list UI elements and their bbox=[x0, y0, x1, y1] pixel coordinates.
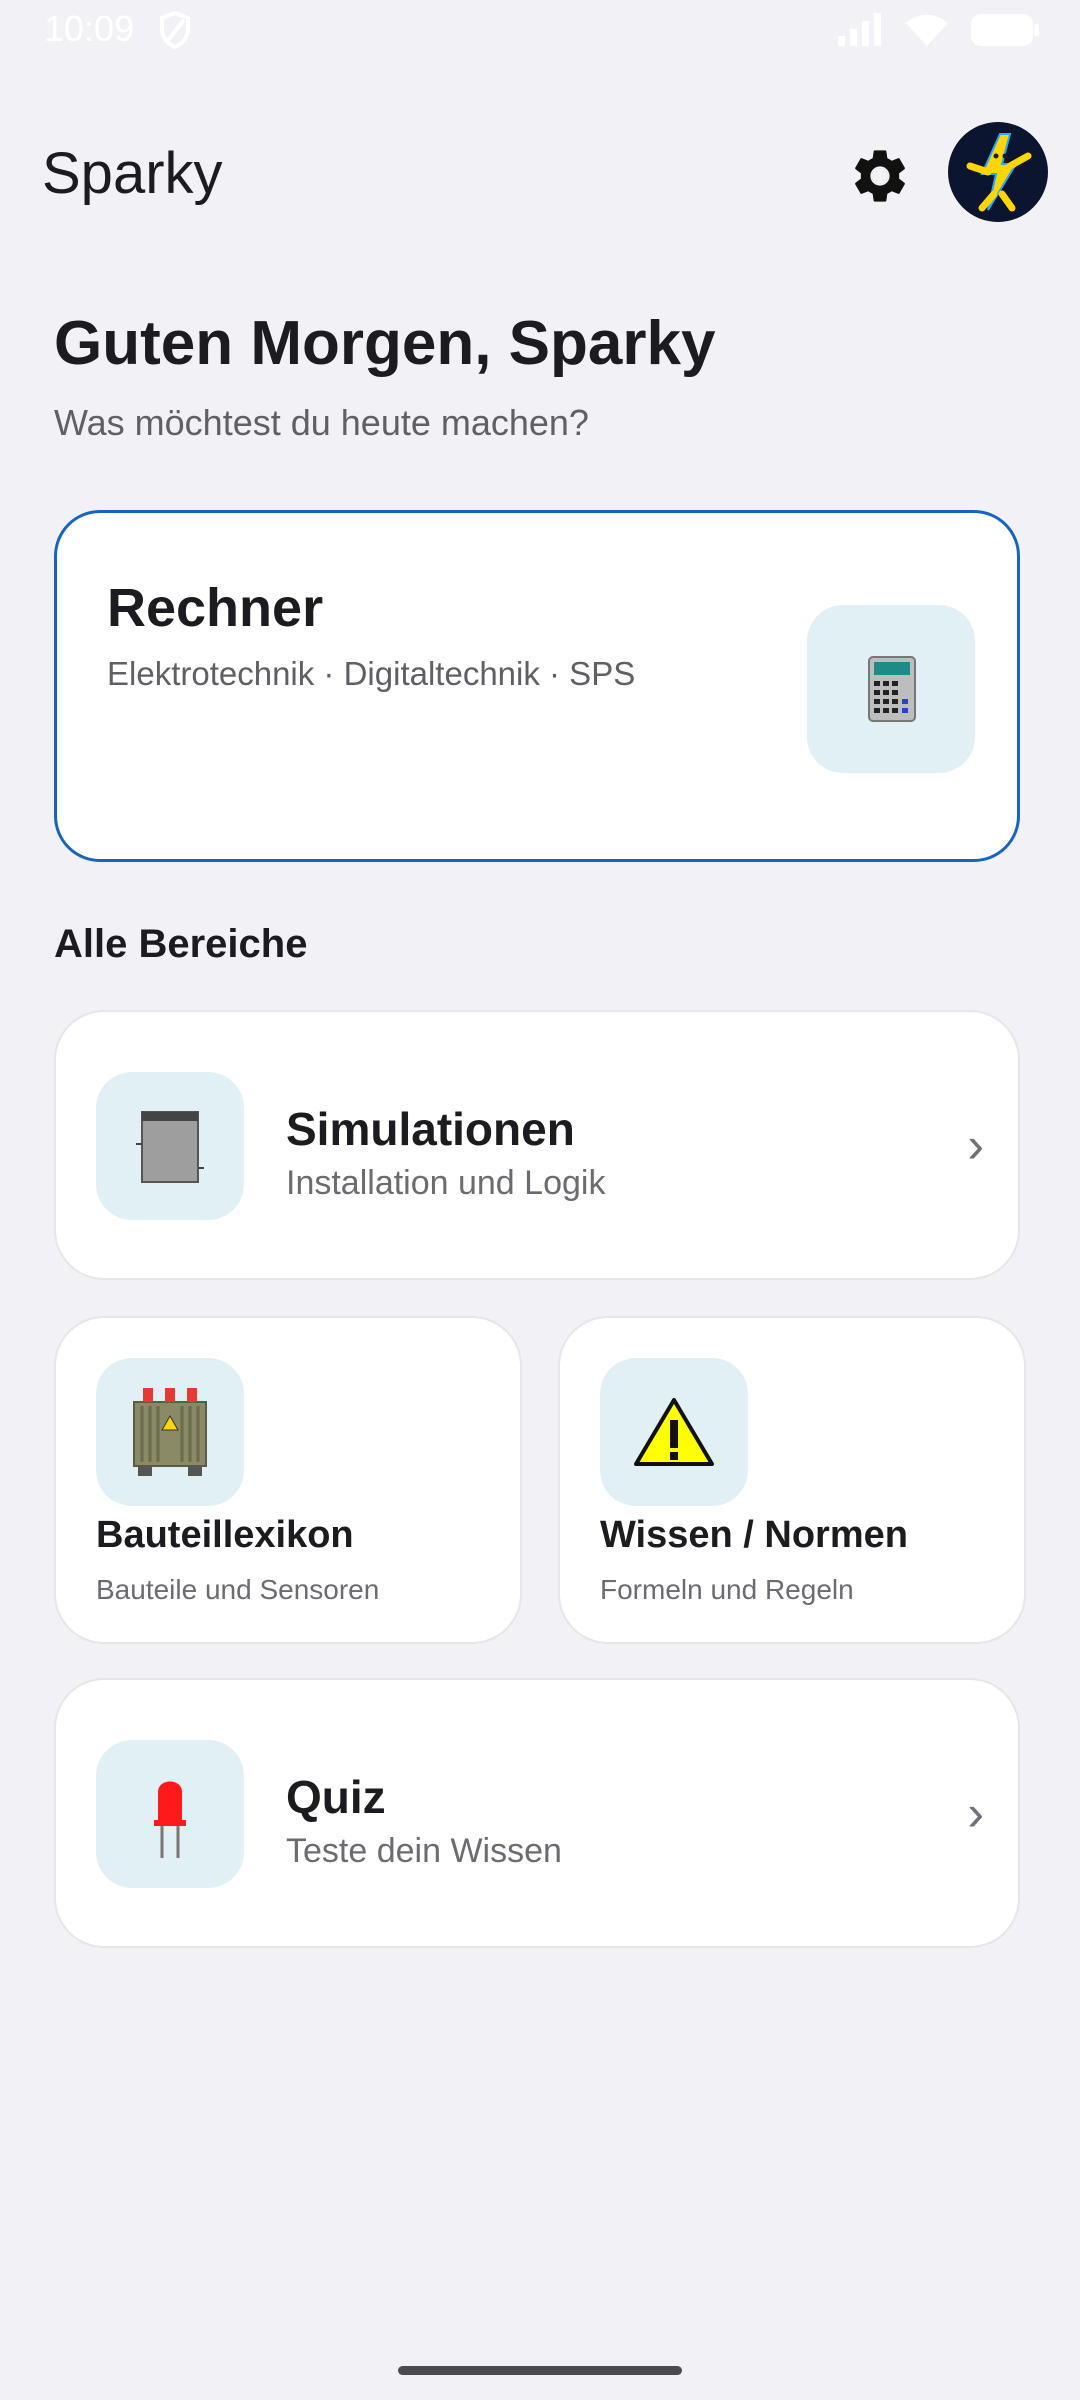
bauteillexikon-subtitle: Bauteile und Sensoren bbox=[96, 1574, 380, 1605]
home-indicator[interactable] bbox=[398, 2366, 682, 2375]
app-title: Sparky bbox=[42, 141, 223, 206]
bauteillexikon-icon-tile bbox=[96, 1358, 244, 1506]
wissen-normen-card[interactable]: Wissen / Normen Formeln und Regeln bbox=[558, 1316, 1026, 1644]
switch-cabinet-icon bbox=[136, 1111, 204, 1183]
led-icon bbox=[154, 1781, 186, 1858]
rechner-icon-tile bbox=[807, 605, 975, 773]
status-bar: 10:09 bbox=[0, 0, 1080, 62]
calculator-icon bbox=[868, 656, 916, 722]
rechner-subtitle: Elektrotechnik · Digitaltechnik · SPS bbox=[107, 655, 636, 692]
greeting-subtitle: Was möchtest du heute machen? bbox=[54, 402, 589, 443]
battery-icon bbox=[971, 14, 1039, 46]
greeting-title: Guten Morgen, Sparky bbox=[54, 309, 716, 378]
chevron-right-icon: › bbox=[967, 1117, 984, 1173]
status-time: 10:09 bbox=[44, 8, 135, 49]
rechner-title: Rechner bbox=[107, 578, 324, 638]
quiz-card[interactable]: Quiz Teste dein Wissen › bbox=[54, 1678, 1020, 1948]
bauteillexikon-card[interactable]: Bauteillexikon Bauteile und Sensoren bbox=[54, 1316, 522, 1644]
wissen-subtitle: Formeln und Regeln bbox=[600, 1574, 854, 1605]
simulationen-card[interactable]: Simulationen Installation und Logik › bbox=[54, 1010, 1020, 1280]
wissen-icon-tile bbox=[600, 1358, 748, 1506]
settings-gear-icon[interactable] bbox=[848, 144, 912, 208]
bauteillexikon-title: Bauteillexikon bbox=[96, 1514, 354, 1556]
simulationen-subtitle: Installation und Logik bbox=[286, 1164, 606, 1202]
section-title: Alle Bereiche bbox=[54, 922, 308, 966]
simulationen-icon-tile bbox=[96, 1072, 244, 1220]
shield-icon bbox=[160, 10, 190, 50]
wifi-icon bbox=[906, 14, 948, 46]
quiz-icon-tile bbox=[96, 1740, 244, 1888]
chevron-right-icon: › bbox=[967, 1785, 984, 1841]
simulationen-title: Simulationen bbox=[286, 1103, 575, 1155]
avatar[interactable] bbox=[948, 122, 1048, 222]
signal-icon bbox=[838, 13, 881, 46]
lightning-mascot-icon bbox=[950, 124, 1046, 220]
transformer-icon bbox=[133, 1388, 207, 1476]
wissen-title: Wissen / Normen bbox=[600, 1514, 908, 1556]
rechner-card[interactable]: Rechner Elektrotechnik · Digitaltechnik … bbox=[54, 510, 1020, 862]
status-icons bbox=[836, 12, 1040, 48]
quiz-title: Quiz bbox=[286, 1771, 386, 1823]
quiz-subtitle: Teste dein Wissen bbox=[286, 1832, 562, 1870]
warning-icon bbox=[634, 1398, 714, 1466]
